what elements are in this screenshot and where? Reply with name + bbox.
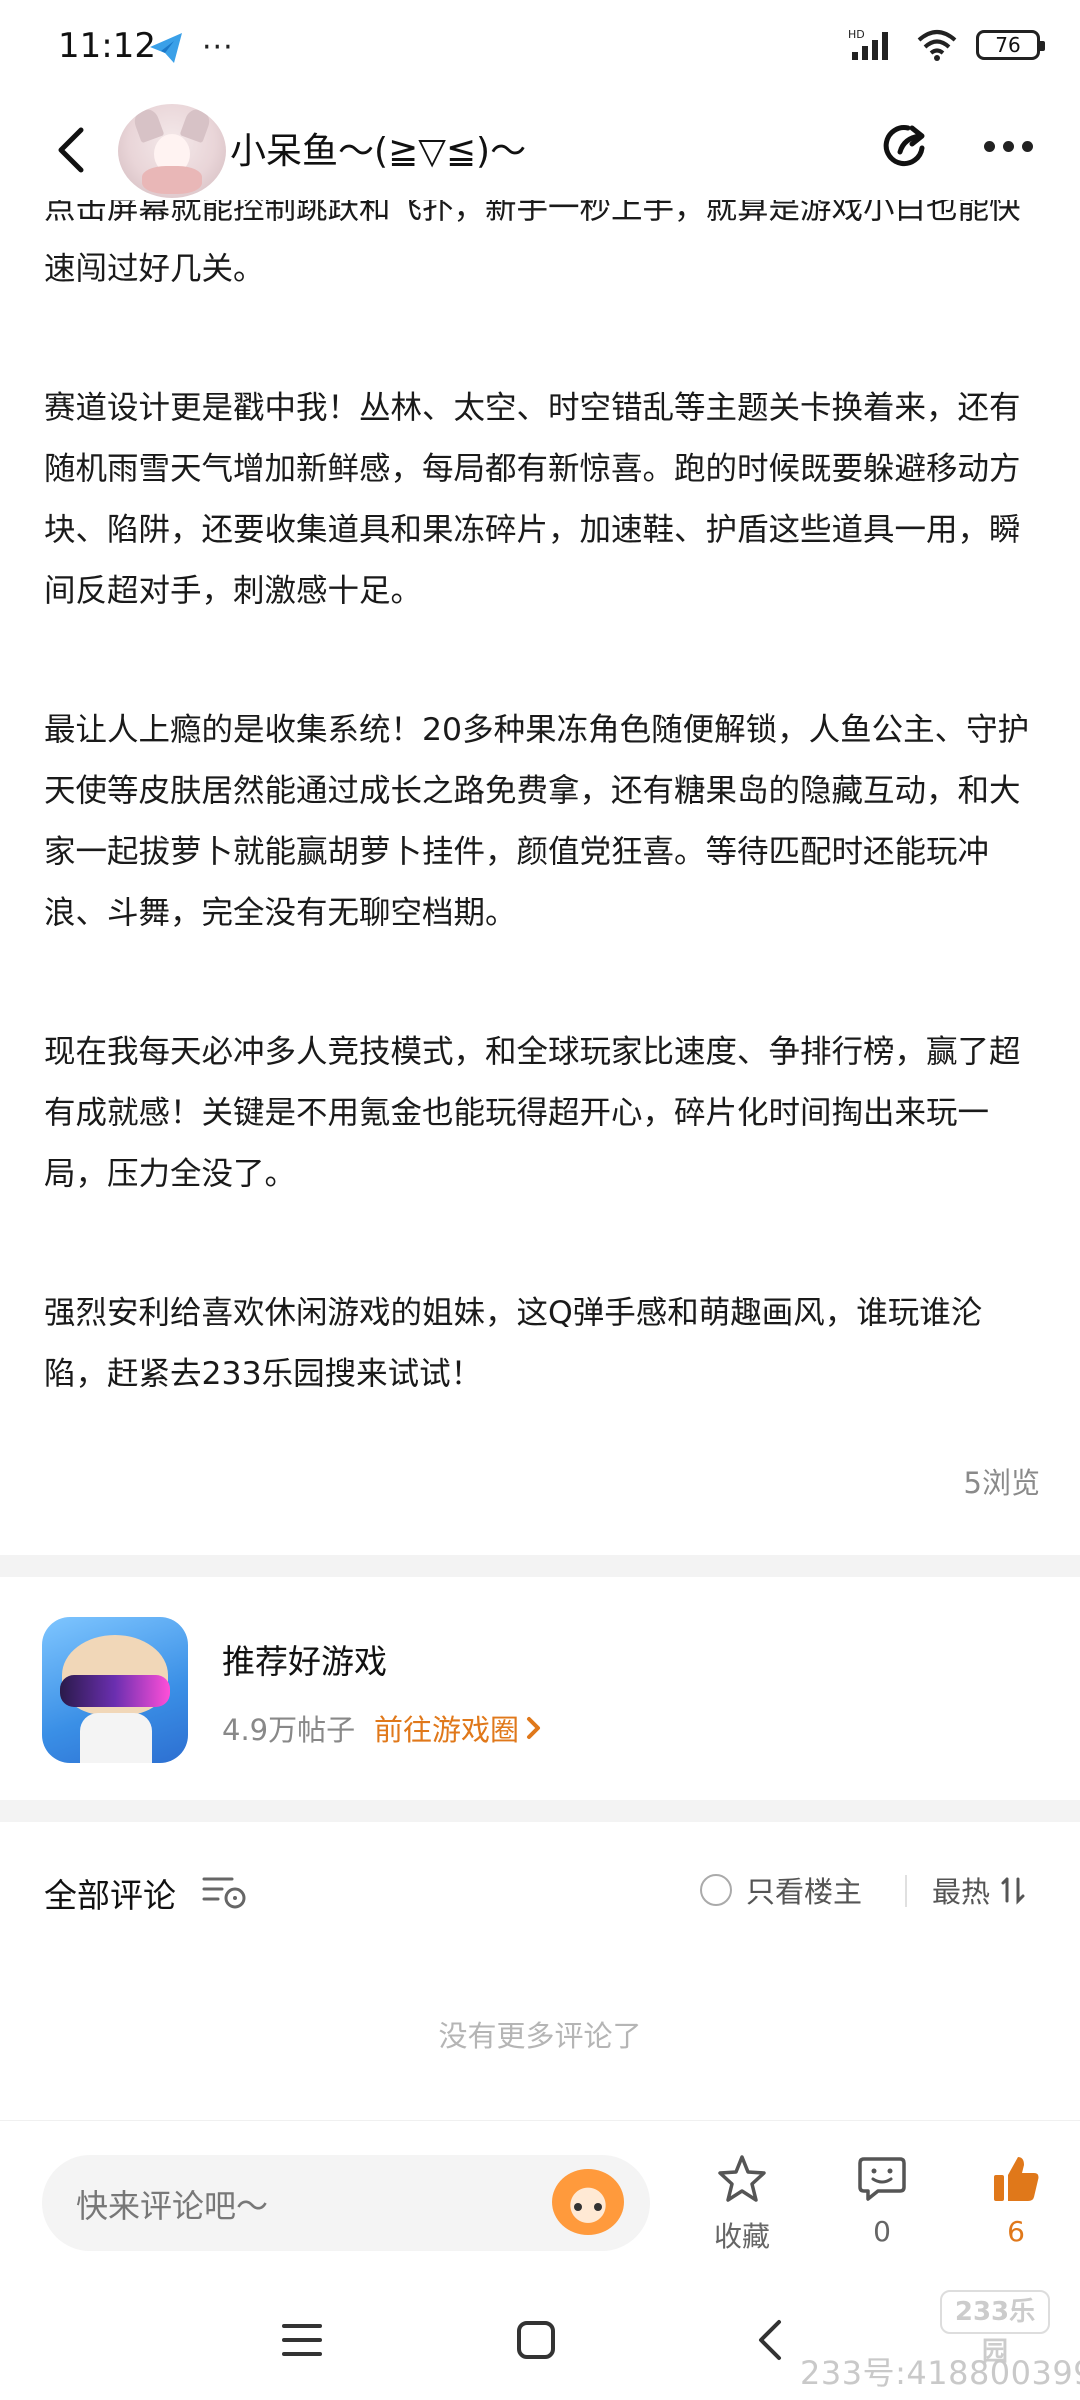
game-link-label: 前往游戏圈 xyxy=(374,1713,520,1747)
home-nav-button[interactable] xyxy=(506,2310,566,2370)
filter-icon[interactable] xyxy=(202,1871,248,1911)
like-button[interactable]: 6 xyxy=(966,2149,1066,2259)
status-dots: ··· xyxy=(202,30,234,65)
no-more-comments: 没有更多评论了 xyxy=(438,2019,642,2053)
share-button[interactable] xyxy=(872,112,940,180)
thumbs-up-icon xyxy=(994,2157,1039,2201)
status-bar: 11:12 ··· HD 76 xyxy=(0,0,1080,100)
status-left-icons: ··· xyxy=(148,30,234,65)
battery-indicator: 76 xyxy=(976,30,1045,60)
author-name[interactable]: 小呆鱼～(≧▽≦)～ xyxy=(230,122,526,174)
game-icon[interactable] xyxy=(42,1617,188,1763)
section-divider xyxy=(0,1800,1080,1822)
paragraph: 最让人上瘾的是收集系统！20多种果冻角色随便解锁，人鱼公主、守护天使等皮肤居然能… xyxy=(44,712,1030,931)
dot xyxy=(1021,140,1033,152)
sort-label: 最热 xyxy=(932,1875,991,1909)
back-nav-button[interactable] xyxy=(740,2310,800,2370)
chevron-right-icon xyxy=(527,1717,541,1739)
signal-icon: HD xyxy=(848,28,888,60)
paragraph: 现在我每天必冲多人竞技模式，和全球玩家比速度、争排行榜，赢了超有成就感！关键是不… xyxy=(44,1034,1021,1192)
menu-nav-button[interactable] xyxy=(272,2310,332,2370)
home-square-icon xyxy=(517,2321,555,2359)
only-owner-toggle[interactable]: 只看楼主 xyxy=(700,1869,862,1911)
comment-input[interactable]: 快来评论吧～ xyxy=(42,2155,650,2251)
system-nav-bar: 233乐园 233号:418800399 xyxy=(0,2270,1080,2400)
go-to-game-circle-link[interactable]: 前往游戏圈 xyxy=(374,1707,545,1749)
dot xyxy=(983,140,995,152)
radio-circle-icon xyxy=(700,1874,732,1906)
game-card[interactable]: 推荐好游戏 4.9万帖子 前往游戏圈 xyxy=(0,1577,1080,1777)
menu-icon xyxy=(282,2324,322,2356)
sort-dropdown[interactable]: 最热 xyxy=(932,1869,1028,1911)
paragraph: 赛道设计更是戳中我！丛林、太空、时空错乱等主题关卡换着来，还有随机雨雪天气增加新… xyxy=(44,390,1021,609)
game-title: 推荐好游戏 xyxy=(222,1642,387,1681)
back-chevron-icon xyxy=(759,2320,781,2360)
comment-count: 0 xyxy=(873,2215,891,2248)
telegram-icon xyxy=(150,32,182,63)
comment-smile-icon xyxy=(858,2157,906,2201)
game-post-count: 4.9万帖子 xyxy=(222,1713,356,1747)
favorite-label: 收藏 xyxy=(713,2220,770,2253)
network-label: HD xyxy=(848,28,865,41)
section-divider xyxy=(0,1555,1080,1577)
author-avatar[interactable] xyxy=(118,104,226,198)
more-options-button[interactable] xyxy=(972,112,1044,180)
post-body: 点击屏幕就能控制跳跃和飞扑，新手一秒上手，就算是游戏小白也能快速闯过好几关。 赛… xyxy=(0,200,1080,1555)
back-arrow-icon xyxy=(58,127,84,173)
status-time: 11:12 xyxy=(58,26,156,66)
comment-button[interactable]: 0 xyxy=(832,2149,932,2259)
only-owner-label: 只看楼主 xyxy=(746,1875,863,1909)
comment-input-placeholder: 快来评论吧～ xyxy=(76,2187,269,2225)
like-count: 6 xyxy=(1007,2215,1025,2248)
bottom-action-bar: 快来评论吧～ 收藏 0 6 xyxy=(0,2120,1080,2270)
comments-header: 全部评论 只看楼主 最热 xyxy=(0,1821,1080,1951)
watermark-logo: 233乐园 xyxy=(940,2290,1050,2367)
mascot-emoji-icon[interactable] xyxy=(552,2169,624,2235)
divider xyxy=(905,1875,907,1907)
status-right-icons: HD 76 xyxy=(848,28,1045,62)
wifi-icon xyxy=(917,30,957,61)
back-button[interactable] xyxy=(40,120,100,180)
paragraph: 强烈安利给喜欢休闲游戏的姐妹，这Q弹手感和萌趣画风，谁玩谁沦陷，赶紧去233乐园… xyxy=(44,1295,983,1392)
comments-title: 全部评论 xyxy=(44,1876,176,1915)
post-header: 小呆鱼～(≧▽≦)～ xyxy=(0,100,1080,200)
favorite-button[interactable]: 收藏 xyxy=(692,2149,792,2259)
watermark-text: 233号:418800399 xyxy=(800,2354,1080,2392)
dot xyxy=(1002,140,1014,152)
star-icon xyxy=(718,2155,766,2202)
sort-arrows-icon xyxy=(1001,1877,1025,1905)
paragraph: 点击屏幕就能控制跳跃和飞扑，新手一秒上手，就算是游戏小白也能快速闯过好几关。 xyxy=(44,200,1021,287)
view-count: 5浏览 xyxy=(963,1466,1040,1500)
share-icon xyxy=(883,125,925,167)
